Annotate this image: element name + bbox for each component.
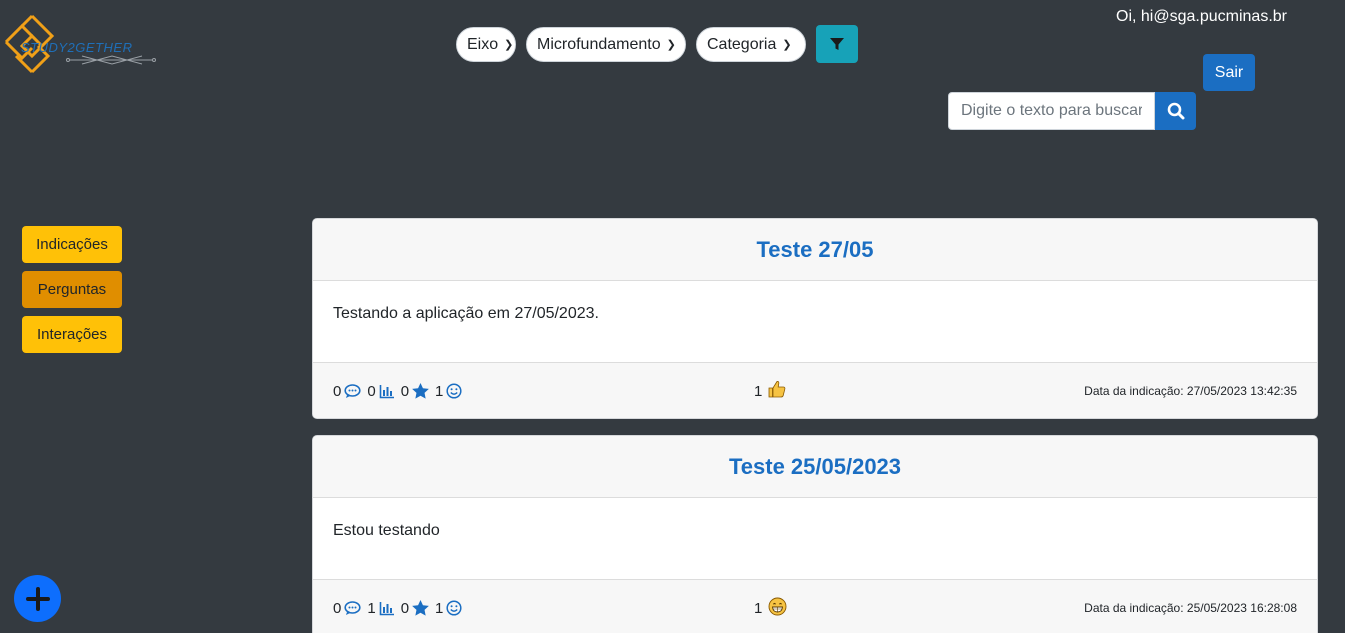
stats-count: 1 — [367, 599, 376, 617]
bar-chart-icon[interactable] — [379, 601, 395, 616]
post-card[interactable]: Teste 25/05/2023 Estou testando 0 1 0 1 … — [312, 435, 1318, 633]
post-body: Testando a aplicação em 27/05/2023. — [333, 305, 599, 322]
post-card-header: Teste 25/05/2023 — [313, 436, 1317, 498]
sidebar: Indicações Perguntas Interações — [22, 226, 122, 353]
stats-count: 0 — [367, 382, 376, 400]
post-reaction: 1 — [754, 597, 787, 620]
filter-button[interactable] — [816, 25, 858, 63]
user-greeting: Oi, hi@sga.pucminas.br — [1116, 8, 1287, 25]
search-bar — [948, 92, 1196, 130]
star-icon[interactable] — [412, 383, 429, 399]
chevron-down-icon: ❯ — [504, 39, 514, 51]
search-button[interactable] — [1155, 92, 1196, 130]
reaction-count: 1 — [754, 382, 763, 400]
post-stats: 0 1 0 1 — [333, 600, 465, 617]
comments-count: 0 — [333, 599, 342, 617]
comment-icon[interactable] — [344, 383, 361, 399]
comments-count: 0 — [333, 382, 342, 400]
smile-icon[interactable] — [446, 383, 462, 399]
bar-chart-icon[interactable] — [379, 384, 395, 399]
add-post-button[interactable] — [14, 575, 61, 622]
search-icon — [1167, 102, 1184, 120]
chevron-down-icon: ❯ — [782, 39, 792, 51]
post-title[interactable]: Teste 27/05 — [756, 237, 873, 263]
microfundamento-select[interactable]: Microfundamento ❯ — [526, 27, 686, 62]
plus-icon — [25, 586, 50, 611]
post-date: Data da indicação: 27/05/2023 13:42:35 — [1084, 384, 1297, 398]
post-card[interactable]: Teste 27/05 Testando a aplicação em 27/0… — [312, 218, 1318, 419]
filter-icon — [830, 38, 844, 50]
sidebar-item-perguntas[interactable]: Perguntas — [22, 271, 122, 308]
categoria-select[interactable]: Categoria ❯ — [696, 27, 806, 62]
reaction-count: 1 — [754, 599, 763, 617]
eixo-select-label: Eixo — [467, 35, 499, 53]
post-body: Estou testando — [333, 522, 440, 539]
post-stats: 0 0 0 1 — [333, 383, 465, 400]
sidebar-item-indicacoes[interactable]: Indicações — [22, 226, 122, 263]
search-input[interactable] — [948, 92, 1155, 130]
smiles-count: 1 — [435, 382, 444, 400]
filter-bar: Eixo ❯ Microfundamento ❯ Categoria ❯ — [456, 27, 806, 62]
stars-count: 0 — [400, 382, 410, 400]
post-card-header: Teste 27/05 — [313, 219, 1317, 281]
smiles-count: 1 — [435, 599, 444, 617]
post-date: Data da indicação: 25/05/2023 16:28:08 — [1084, 601, 1297, 615]
post-title[interactable]: Teste 25/05/2023 — [729, 454, 901, 480]
comment-icon[interactable] — [344, 600, 361, 616]
stars-count: 0 — [400, 599, 410, 617]
post-footer: 0 1 0 1 1 Data da indicação: 25/05/2023 … — [313, 579, 1317, 633]
eixo-select[interactable]: Eixo ❯ — [456, 27, 516, 62]
thumbs-up-icon[interactable] — [768, 380, 786, 402]
app-logo[interactable]: STUDY2GETHER — [2, 12, 177, 78]
chevron-down-icon: ❯ — [666, 39, 676, 51]
logout-button[interactable]: Sair — [1203, 54, 1255, 91]
smile-icon[interactable] — [446, 600, 462, 616]
microfundamento-select-label: Microfundamento — [537, 35, 661, 53]
star-icon[interactable] — [412, 600, 429, 616]
sidebar-item-interacoes[interactable]: Interações — [22, 316, 122, 353]
post-reaction: 1 — [754, 380, 786, 402]
logo-text: STUDY2GETHER — [21, 40, 133, 55]
post-footer: 0 0 0 1 1 Data da indicação: 27/05/2023 … — [313, 362, 1317, 418]
grin-icon[interactable] — [768, 597, 787, 620]
categoria-select-label: Categoria — [707, 35, 777, 53]
